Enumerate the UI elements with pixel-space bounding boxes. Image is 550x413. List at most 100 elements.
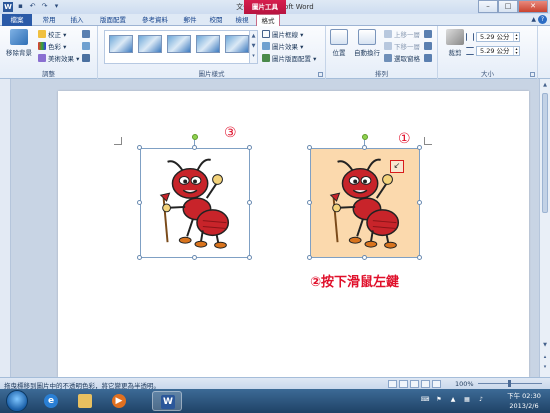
gallery-scroll[interactable]: ▲ ▼ ▾ [249,31,257,63]
clock-time: 下午 02:30 [507,392,541,400]
ant-picture-right[interactable]: ↙ [307,134,422,260]
web-layout-view-icon[interactable] [410,380,419,388]
width-spinner[interactable]: ▴ ▾ [513,47,519,55]
tab-page-layout[interactable]: 版面配置 [94,14,132,26]
taskbar-clock[interactable]: 下午 02:30 2013/2/6 [504,391,544,411]
tab-home[interactable]: 常用 [36,14,62,26]
bring-forward-button[interactable]: 上移一層 [384,30,420,39]
picture-styles-gallery[interactable]: ▲ ▼ ▾ [104,30,258,64]
zoom-level[interactable]: 100% [455,380,474,388]
minimize-button[interactable]: – [478,0,498,13]
outline-view-icon[interactable] [421,380,430,388]
word-icon: W [161,395,175,409]
tab-file[interactable]: 檔案 [2,14,32,26]
artistic-effects-button[interactable]: 美術效果 ▾ [38,54,79,63]
tray-volume-icon[interactable]: ♪ [476,395,486,405]
corrections-button[interactable]: 校正 ▾ [38,30,66,39]
send-backward-button[interactable]: 下移一層 [384,42,420,51]
resize-handle[interactable] [417,145,422,150]
marker-one: ① [398,131,411,147]
document-page[interactable]: ③ ↙ ① ②按下滑鼠左鍵 [58,91,529,377]
picture-styles-launcher[interactable] [318,72,323,77]
resize-handle[interactable] [137,255,142,260]
help-icon[interactable]: ? [538,15,547,24]
tab-review[interactable]: 校閱 [204,14,228,26]
rotate-handle[interactable] [192,134,198,140]
tab-view[interactable]: 檢視 [230,14,254,26]
resize-handle[interactable] [362,255,367,260]
vertical-scrollbar[interactable]: ▲ ▼ ▴ ▾ [539,79,550,377]
color-button[interactable]: 色彩 ▾ [38,42,66,51]
tab-insert[interactable]: 插入 [64,14,90,26]
resize-handle[interactable] [192,145,197,150]
wrap-text-button[interactable]: 自動換行 [352,29,382,57]
maximize-button[interactable]: □ [498,0,518,13]
resize-handle[interactable] [417,255,422,260]
resize-handle[interactable] [137,145,142,150]
picture-effects-button[interactable]: 圖片效果 ▾ [262,42,303,51]
style-thumb[interactable] [167,35,191,53]
resize-handle[interactable] [247,200,252,205]
style-thumb[interactable] [196,35,220,53]
picture-effects-icon [262,42,270,50]
taskbar-word[interactable]: W [152,391,182,411]
align-icon[interactable] [424,30,434,39]
width-field[interactable]: 5.29 公分 ▴ ▾ [476,46,520,56]
selection-pane-button[interactable]: 選取窗格 [384,54,420,63]
group-objects-icon[interactable] [424,42,434,51]
resize-handle[interactable] [362,145,367,150]
style-thumb[interactable] [109,35,133,53]
resize-handle[interactable] [307,255,312,260]
tab-references[interactable]: 參考資料 [136,14,174,26]
crop-icon [446,29,464,45]
height-field[interactable]: 5.29 公分 ▴ ▾ [476,32,520,42]
close-button[interactable]: ✕ [518,0,548,13]
remove-background-button[interactable]: 移除背景 [3,29,35,57]
full-screen-reading-view-icon[interactable] [399,380,408,388]
position-button[interactable]: 位置 [328,29,350,57]
style-thumb[interactable] [225,35,249,53]
resize-handle[interactable] [307,145,312,150]
taskbar-media-player[interactable]: ▶ [104,391,134,411]
tray-network-icon[interactable]: ▦ [462,395,472,405]
resize-handle[interactable] [247,145,252,150]
size-launcher[interactable] [530,72,535,77]
set-transparent-color-cursor-icon: ↙ [390,160,404,173]
change-picture-icon[interactable] [82,42,92,51]
resize-handle[interactable] [247,255,252,260]
start-button[interactable] [6,390,28,412]
scroll-down-arrow[interactable]: ▼ [541,341,549,349]
compress-pictures-icon[interactable] [82,30,92,39]
zoom-slider-thumb[interactable] [508,380,511,387]
window-controls: – □ ✕ [478,0,548,13]
scroll-up-arrow[interactable]: ▲ [541,81,549,89]
tray-flag-icon[interactable]: ⚑ [434,395,444,405]
print-layout-view-icon[interactable] [388,380,397,388]
draft-view-icon[interactable] [432,380,441,388]
minimize-ribbon-icon[interactable]: ▲ [531,16,536,23]
style-thumb[interactable] [138,35,162,53]
ant-picture-left[interactable] [137,134,252,260]
rotate-icon[interactable] [424,54,434,63]
prev-page-icon[interactable]: ▴ [541,353,549,361]
rotate-handle[interactable] [362,134,368,140]
picture-layout-button[interactable]: 圖片版面配置 ▾ [262,54,316,63]
taskbar-ie[interactable]: e [36,391,66,411]
scroll-thumb[interactable] [542,93,548,213]
picture-border-button[interactable]: 圖片框線 ▾ [262,30,303,39]
artistic-effects-icon [38,54,46,62]
tray-keyboard-icon[interactable]: ⌨ [420,395,430,405]
next-page-icon[interactable]: ▾ [541,363,549,371]
wrap-text-icon [358,29,376,45]
resize-handle[interactable] [417,200,422,205]
taskbar-explorer[interactable] [70,391,100,411]
reset-picture-icon[interactable] [82,54,92,63]
resize-handle[interactable] [137,200,142,205]
resize-handle[interactable] [307,200,312,205]
tab-mailings[interactable]: 郵件 [178,14,202,26]
crop-button[interactable]: 裁剪 [444,29,466,57]
tray-show-hidden-icon[interactable]: ▲ [448,395,458,405]
tab-format[interactable]: 格式 [256,14,280,26]
resize-handle[interactable] [192,255,197,260]
height-spinner[interactable]: ▴ ▾ [513,33,519,41]
